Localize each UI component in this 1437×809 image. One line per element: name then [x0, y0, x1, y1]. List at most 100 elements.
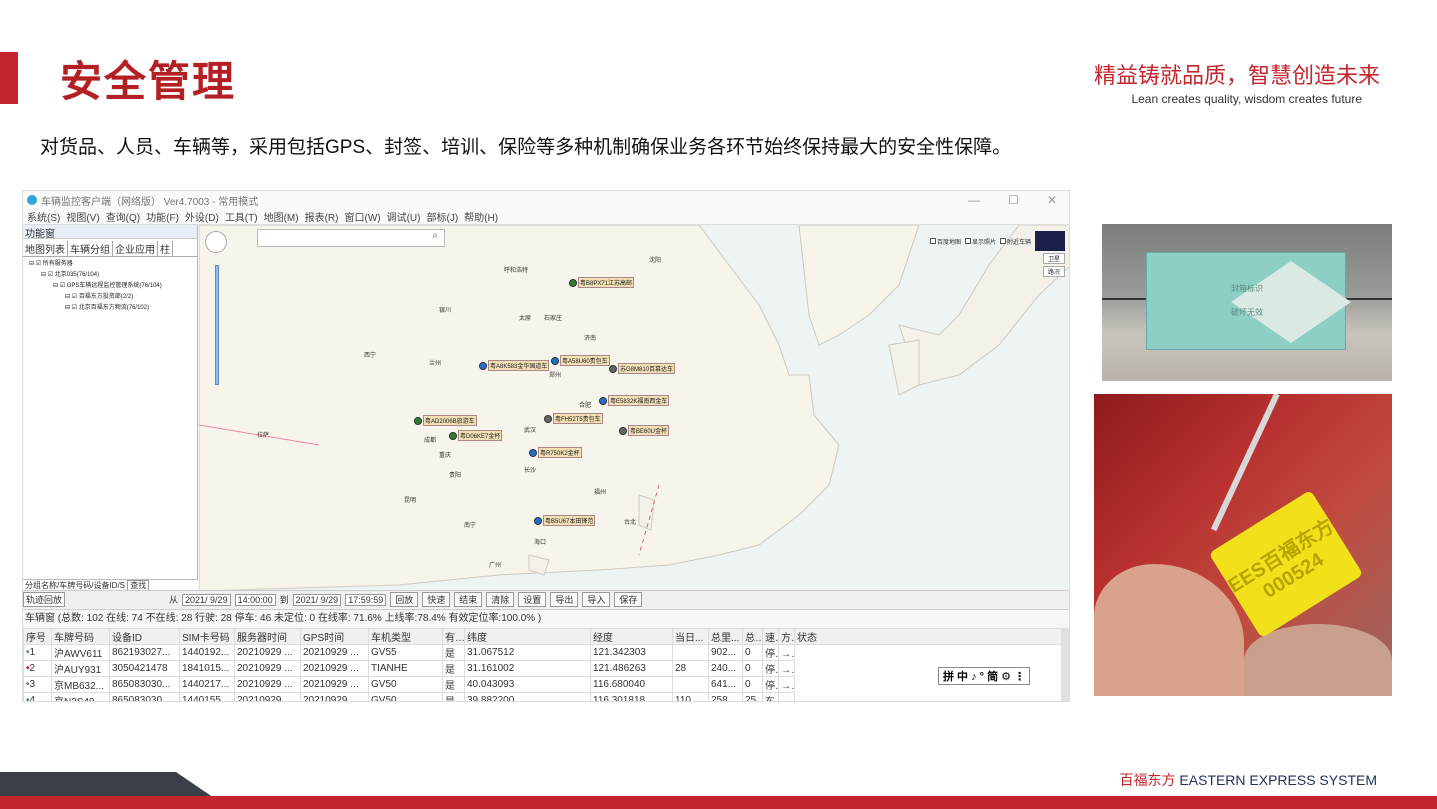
- menu-item[interactable]: 工具(T): [225, 209, 258, 224]
- menu-item[interactable]: 视图(V): [66, 209, 99, 224]
- vehicle-marker[interactable]: 粤AD2006B旅游车: [414, 415, 477, 426]
- menu-item[interactable]: 系统(S): [27, 209, 60, 224]
- menu-item[interactable]: 帮助(H): [464, 209, 498, 224]
- table-row[interactable]: •1 沪AWV611 862193027... 1440192... 20210929 …: [23, 644, 1064, 661]
- column-header[interactable]: 总里...: [708, 628, 743, 645]
- table-scrollbar[interactable]: [1061, 628, 1069, 701]
- vehicle-marker-label: 粤E5832K福南西金车: [608, 395, 670, 406]
- vehicle-marker[interactable]: 粤E5832K福南西金车: [599, 395, 670, 406]
- column-header[interactable]: 方...: [778, 628, 795, 645]
- menu-item[interactable]: 调试(U): [387, 209, 421, 224]
- column-header[interactable]: 当日...: [672, 628, 709, 645]
- column-header[interactable]: 状态: [794, 628, 1064, 645]
- column-header[interactable]: 纬度: [464, 628, 591, 645]
- column-header[interactable]: 序号: [23, 628, 52, 645]
- table-cell: 641...: [708, 676, 743, 693]
- layer-traffic[interactable]: 路况: [1042, 266, 1065, 277]
- tree-item[interactable]: ⊟ ☑ 所有服务器: [25, 259, 195, 270]
- map-city-label: 重庆: [439, 453, 452, 459]
- query-button[interactable]: 导出: [550, 592, 579, 607]
- menu-item[interactable]: 功能(F): [146, 209, 179, 224]
- column-header[interactable]: GPS时间: [300, 628, 369, 645]
- vehicle-marker[interactable]: 粤A8K583金华国道车: [479, 360, 550, 371]
- column-header[interactable]: 车机类型: [368, 628, 443, 645]
- to-time[interactable]: 17:59:59: [345, 593, 387, 606]
- map-city-label: 南宁: [464, 523, 477, 529]
- search-icon[interactable]: ⌕: [432, 230, 438, 241]
- menu-item[interactable]: 部标(J): [426, 209, 458, 224]
- column-header[interactable]: 车牌号码: [51, 628, 110, 645]
- vehicle-marker[interactable]: 粤A58U60贵包车: [551, 355, 610, 366]
- query-button[interactable]: 回放: [390, 592, 419, 607]
- query-button[interactable]: 导入: [582, 592, 611, 607]
- layer-satellite[interactable]: 卫星: [1042, 253, 1065, 264]
- left-tab[interactable]: 企业应用: [113, 241, 158, 256]
- tag-cable: [1210, 394, 1280, 532]
- map-search-input[interactable]: ⌕: [257, 229, 445, 247]
- vehicle-marker-label: 粤FH52T5贵包车: [553, 413, 603, 424]
- table-cell: 902...: [708, 644, 743, 661]
- vehicle-marker[interactable]: 粤B8PX71江苏高邮: [569, 277, 635, 288]
- vehicle-marker[interactable]: 粤FH52T5贵包车: [544, 413, 603, 424]
- vehicle-marker[interactable]: 粤B5U67本田锋范: [534, 515, 596, 526]
- vehicle-tree: ⊟ ☑ 所有服务器 ⊟ ☑ 北京035(76/104) ⊟ ☑ GPS车辆远程监控管…: [23, 257, 197, 316]
- menu-item[interactable]: 窗口(W): [344, 209, 380, 224]
- column-header[interactable]: 速...: [762, 628, 779, 645]
- overview-map[interactable]: [1035, 231, 1065, 251]
- toggle-photos[interactable]: 显示照片: [964, 237, 996, 246]
- vehicle-marker[interactable]: 粤BE60U金杯: [619, 425, 670, 436]
- from-date[interactable]: 2021/ 9/29: [182, 593, 231, 606]
- column-header[interactable]: SIM卡号码: [179, 628, 235, 645]
- toggle-nearby[interactable]: 附近车辆: [999, 237, 1031, 246]
- table-cell: 31.161002: [464, 660, 591, 677]
- map-zoom-slider[interactable]: [215, 265, 219, 385]
- menu-item[interactable]: 报表(R): [305, 209, 339, 224]
- table-row[interactable]: •2 沪AUY931 3050421478 1841015... 20210929 ..…: [23, 660, 1064, 677]
- ime-toolbar[interactable]: 拼 中 ♪ ° 简 ⚙ ⋮: [938, 667, 1031, 685]
- vehicle-marker[interactable]: 粤R750K2金杯: [529, 447, 582, 458]
- tree-item[interactable]: ⊟ ☑ 百福东方投资部(2/2): [25, 292, 195, 303]
- mode-select[interactable]: 轨迹回放: [23, 592, 66, 607]
- left-tab[interactable]: 柱: [158, 241, 173, 256]
- map-view[interactable]: ⌕ 百度地图 显示照片 附近车辆 卫星 路况 呼和浩特 沈阳 银川 太原 石家庄 西宁 兰州…: [199, 225, 1069, 591]
- tree-item[interactable]: ⊟ ☑ 北京百福东方物流(76/102): [25, 303, 195, 314]
- menu-item[interactable]: 外设(D): [185, 209, 219, 224]
- group-search-input[interactable]: 分组名称/车牌号码/设备ID/S: [25, 581, 125, 590]
- column-header[interactable]: 总...: [742, 628, 763, 645]
- column-header[interactable]: 有...: [442, 628, 465, 645]
- to-date[interactable]: 2021/ 9/29: [292, 593, 342, 606]
- query-button[interactable]: 设置: [518, 592, 547, 607]
- table-cell: 3050421478: [109, 660, 180, 677]
- query-button[interactable]: 快速: [422, 592, 451, 607]
- title-accent-bar: [0, 52, 18, 104]
- table-row[interactable]: •4京N2S49...865083030...1440155...2021092…: [23, 692, 1064, 701]
- menu-item[interactable]: 查询(Q): [106, 209, 140, 224]
- toggle-baidu[interactable]: 百度地图: [929, 237, 961, 246]
- slogan: 精益铸就品质，智慧创造未来 Lean creates quality, wisd…: [1094, 58, 1380, 106]
- table-cell: 20210929 ...: [300, 644, 369, 661]
- maximize-icon[interactable]: ☐: [1008, 193, 1019, 207]
- table-row[interactable]: •3 京MB632... 865083030... 1440217... 2021092…: [23, 676, 1064, 693]
- column-header[interactable]: 服务器时间: [234, 628, 301, 645]
- seal-sticker: 封箱标识 破坏无效: [1146, 252, 1351, 350]
- track-query-bar: 轨迹回放 从 2021/ 9/29 14:00:00 到 2021/ 9/29 …: [23, 590, 1069, 608]
- table-cell: 停...: [762, 676, 779, 693]
- menu-item[interactable]: 地图(M): [264, 209, 299, 224]
- table-cell: 0: [742, 676, 763, 693]
- column-header[interactable]: 经度: [590, 628, 673, 645]
- left-tab[interactable]: 车辆分组: [68, 241, 113, 256]
- vehicle-marker[interactable]: 苏G8M810百慕达车: [609, 363, 676, 374]
- close-icon[interactable]: ✕: [1047, 193, 1057, 207]
- from-time[interactable]: 14:00:00: [234, 593, 276, 606]
- vehicle-marker[interactable]: 粤D06KE7金杯: [449, 430, 503, 441]
- query-button[interactable]: 结束: [454, 592, 483, 607]
- table-cell: 28: [672, 660, 709, 677]
- left-tab[interactable]: 地图列表: [23, 241, 68, 256]
- query-button[interactable]: 保存: [614, 592, 643, 607]
- query-button[interactable]: 清除: [486, 592, 515, 607]
- map-pan-control[interactable]: [205, 231, 227, 253]
- tree-item[interactable]: ⊟ ☑ 北京035(76/104): [25, 270, 195, 281]
- tree-item[interactable]: ⊟ ☑ GPS车辆远程监控管理系统(76/104): [25, 281, 195, 292]
- minimize-icon[interactable]: —: [968, 193, 980, 207]
- column-header[interactable]: 设备ID: [109, 628, 180, 645]
